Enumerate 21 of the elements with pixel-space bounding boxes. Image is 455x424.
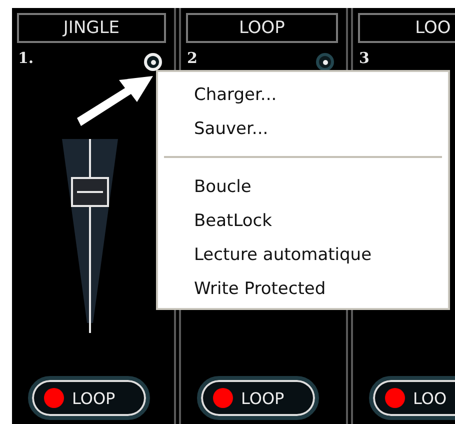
record-dot-icon (385, 388, 405, 408)
strip-title: LOOP (186, 13, 338, 43)
fader-thumb[interactable] (71, 176, 109, 207)
menu-item[interactable]: Write Protected (158, 272, 448, 306)
menu-item[interactable]: Lecture automatique (158, 238, 448, 272)
strip-number: 2 (187, 49, 198, 67)
strip-number: 3 (359, 49, 370, 67)
loop-button[interactable]: LOOP (197, 376, 319, 420)
menu-item[interactable]: Boucle (158, 170, 448, 204)
loop-button[interactable]: LOOP (28, 376, 150, 420)
menu-item[interactable]: Charger... (158, 78, 448, 112)
strip-title: JINGLE (17, 13, 166, 43)
strip-title: LOO (358, 13, 455, 43)
loop-button[interactable]: LOO (369, 376, 455, 420)
menu-item[interactable]: Sauver... (158, 112, 448, 146)
arrow-icon (77, 76, 153, 126)
strip-number: 1. (18, 49, 34, 67)
record-dot-icon (44, 388, 64, 408)
record-dot-icon (213, 388, 233, 408)
knob[interactable] (316, 53, 334, 71)
menu-item[interactable]: BeatLock (158, 204, 448, 238)
